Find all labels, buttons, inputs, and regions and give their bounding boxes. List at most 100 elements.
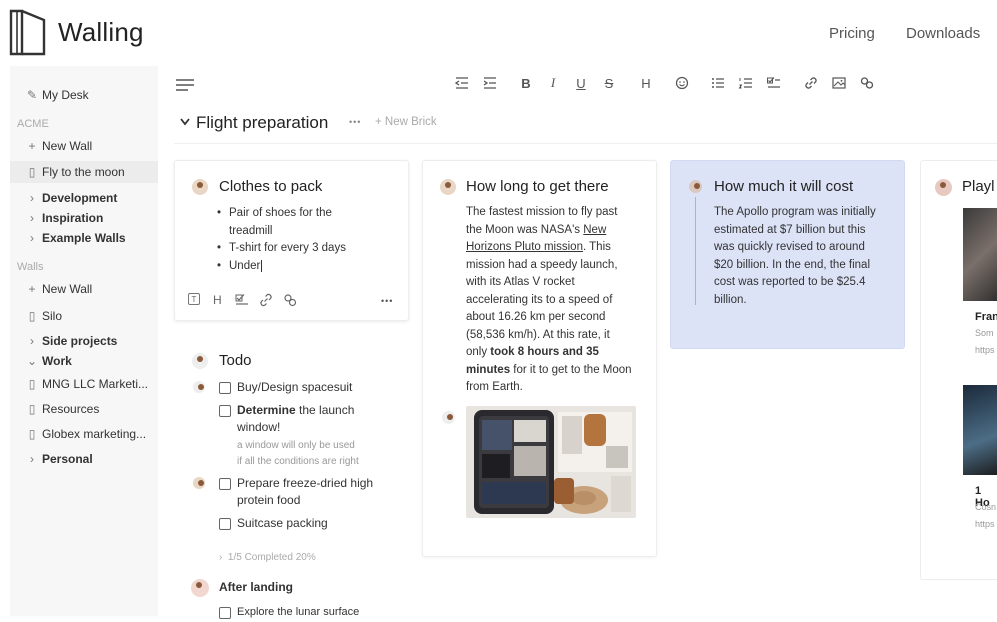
avatar [689,180,702,193]
plus-icon: + [28,282,36,296]
app-name[interactable]: Walling [58,17,144,48]
sidebar-item-inspiration[interactable]: › Inspiration [10,207,158,229]
sidebar-item-development[interactable]: › Development [10,187,158,209]
underline-button[interactable]: U [573,74,589,92]
todo-item-text-continuation[interactable]: window! [237,419,280,437]
avatar [192,179,208,195]
todo-item-text[interactable]: Determine the launch [237,402,354,420]
sidebar-item-label: Development [42,191,118,205]
brick-more-button[interactable]: ••• [381,296,393,306]
image-icon[interactable] [831,74,847,92]
video-thumbnail[interactable] [963,208,997,301]
sidebar-item-label: New Wall [42,139,93,153]
new-brick-button[interactable]: + New Brick [375,116,437,128]
checkbox[interactable] [219,607,231,619]
video-thumbnail[interactable] [963,385,997,475]
bullet-list[interactable]: • Pair of shoes for the treadmill • T-shir… [217,205,346,275]
avatar [935,179,952,196]
chevron-down-icon[interactable] [179,117,191,127]
todo-item-text-continuation[interactable]: protein food [237,492,300,510]
playlist-item-url[interactable]: https [975,345,995,355]
brick-title[interactable]: Todo [219,352,252,369]
brick-title[interactable]: Playl [962,178,995,195]
heading-button[interactable]: H [638,74,654,92]
sidebar-item-label: Example Walls [42,231,126,245]
brick-body[interactable]: The Apollo program was initially estimat… [714,204,894,309]
sidebar-item-globex[interactable]: ▯ Globex marketing... [10,423,158,445]
todo-section-title[interactable]: After landing [219,580,293,594]
link-icon[interactable] [259,293,273,307]
suitcase-image[interactable] [466,406,636,518]
list-item: • Pair of shoes for the [217,207,332,219]
sidebar-item-resources[interactable]: ▯ Resources [10,398,158,420]
heading-format-button[interactable]: H [213,293,222,307]
nav-pricing[interactable]: Pricing [829,25,875,42]
wall-title[interactable]: Flight preparation [196,113,328,133]
brick-title[interactable]: How much it will cost [714,178,853,195]
sidebar-item-fly-to-the-moon[interactable]: ▯ Fly to the moon [10,161,158,183]
avatar [440,179,456,195]
outdent-icon[interactable] [454,74,470,92]
text-format-button[interactable]: T [188,293,200,305]
strikethrough-button[interactable]: S [601,74,617,92]
checkbox[interactable] [219,382,231,394]
sidebar-item-personal[interactable]: › Personal [10,448,158,470]
page-icon: ▯ [28,427,36,441]
checkbox[interactable] [219,478,231,490]
link-icon[interactable] [803,74,819,92]
bullet-list-icon[interactable] [710,74,726,92]
todo-item-text[interactable]: Explore the lunar surface [237,604,359,622]
sidebar-item-label: Work [42,354,72,368]
walling-logo-icon[interactable] [8,8,48,56]
brick-title[interactable]: How long to get there [466,178,609,195]
emoji-icon[interactable] [674,74,690,92]
sidebar-item-new-wall[interactable]: + New Wall [10,278,158,300]
sidebar-item-my-desk[interactable]: ✎ My Desk [10,84,158,106]
header-divider [174,143,997,144]
italic-button[interactable]: I [545,74,561,92]
numbered-list-icon[interactable] [738,74,754,92]
embed-link-icon[interactable] [859,74,875,92]
page-icon: ▯ [28,402,36,416]
completed-toggle[interactable]: › 1/5 Completed 20% [219,552,316,563]
avatar [191,579,209,597]
chevron-right-icon: › [30,191,34,205]
link-pluto-mission[interactable]: Horizons Pluto mission [466,241,583,253]
menu-icon[interactable] [175,78,195,92]
sidebar-item-label: Personal [42,452,93,466]
checkbox[interactable] [219,405,231,417]
bold-button[interactable]: B [518,74,534,92]
sidebar-item-example-walls[interactable]: › Example Walls [10,227,158,249]
sidebar-item-side-projects[interactable]: › Side projects [10,330,158,352]
sidebar-item-label: Resources [42,402,100,416]
wall-more-button[interactable]: ••• [349,117,361,127]
sidebar-item-work[interactable]: ⌄ Work [10,350,158,372]
indent-icon[interactable] [482,74,498,92]
brick-body[interactable]: The fastest mission to fly past the Moon… [466,204,646,397]
sidebar-item-label: Fly to the moon [42,165,125,179]
thread-line [695,197,696,305]
chevron-right-icon: › [30,334,34,348]
sidebar-item-mng-llc[interactable]: ▯ MNG LLC Marketi... [10,373,158,395]
embed-link-icon[interactable] [283,293,297,307]
sidebar-item-silo[interactable]: ▯ Silo [10,305,158,327]
playlist-item-subtitle: Som [975,328,994,338]
checklist-icon[interactable] [766,74,782,92]
playlist-item-title[interactable]: Fran [975,311,997,323]
todo-item-text[interactable]: Prepare freeze-dried high [237,475,373,493]
sidebar-item-label: My Desk [42,88,89,102]
nav-downloads[interactable]: Downloads [906,25,980,42]
todo-note: if all the conditions are right [237,456,359,467]
todo-item-text[interactable]: Buy/Design spacesuit [237,379,352,397]
sidebar-item-label: Silo [42,309,63,323]
top-bar: Walling Pricing Downloads [0,0,997,66]
link-new-horizons[interactable]: New [583,224,606,236]
checkbox[interactable] [219,518,231,530]
sidebar-section-acme: ACME [17,118,49,130]
playlist-item-url[interactable]: https [975,519,995,529]
chevron-right-icon: › [219,552,228,563]
brick-title[interactable]: Clothes to pack [219,178,322,195]
checklist-icon[interactable] [235,293,249,307]
sidebar-item-new-wall-acme[interactable]: + New Wall [10,135,158,157]
todo-item-text[interactable]: Suitcase packing [237,515,328,533]
